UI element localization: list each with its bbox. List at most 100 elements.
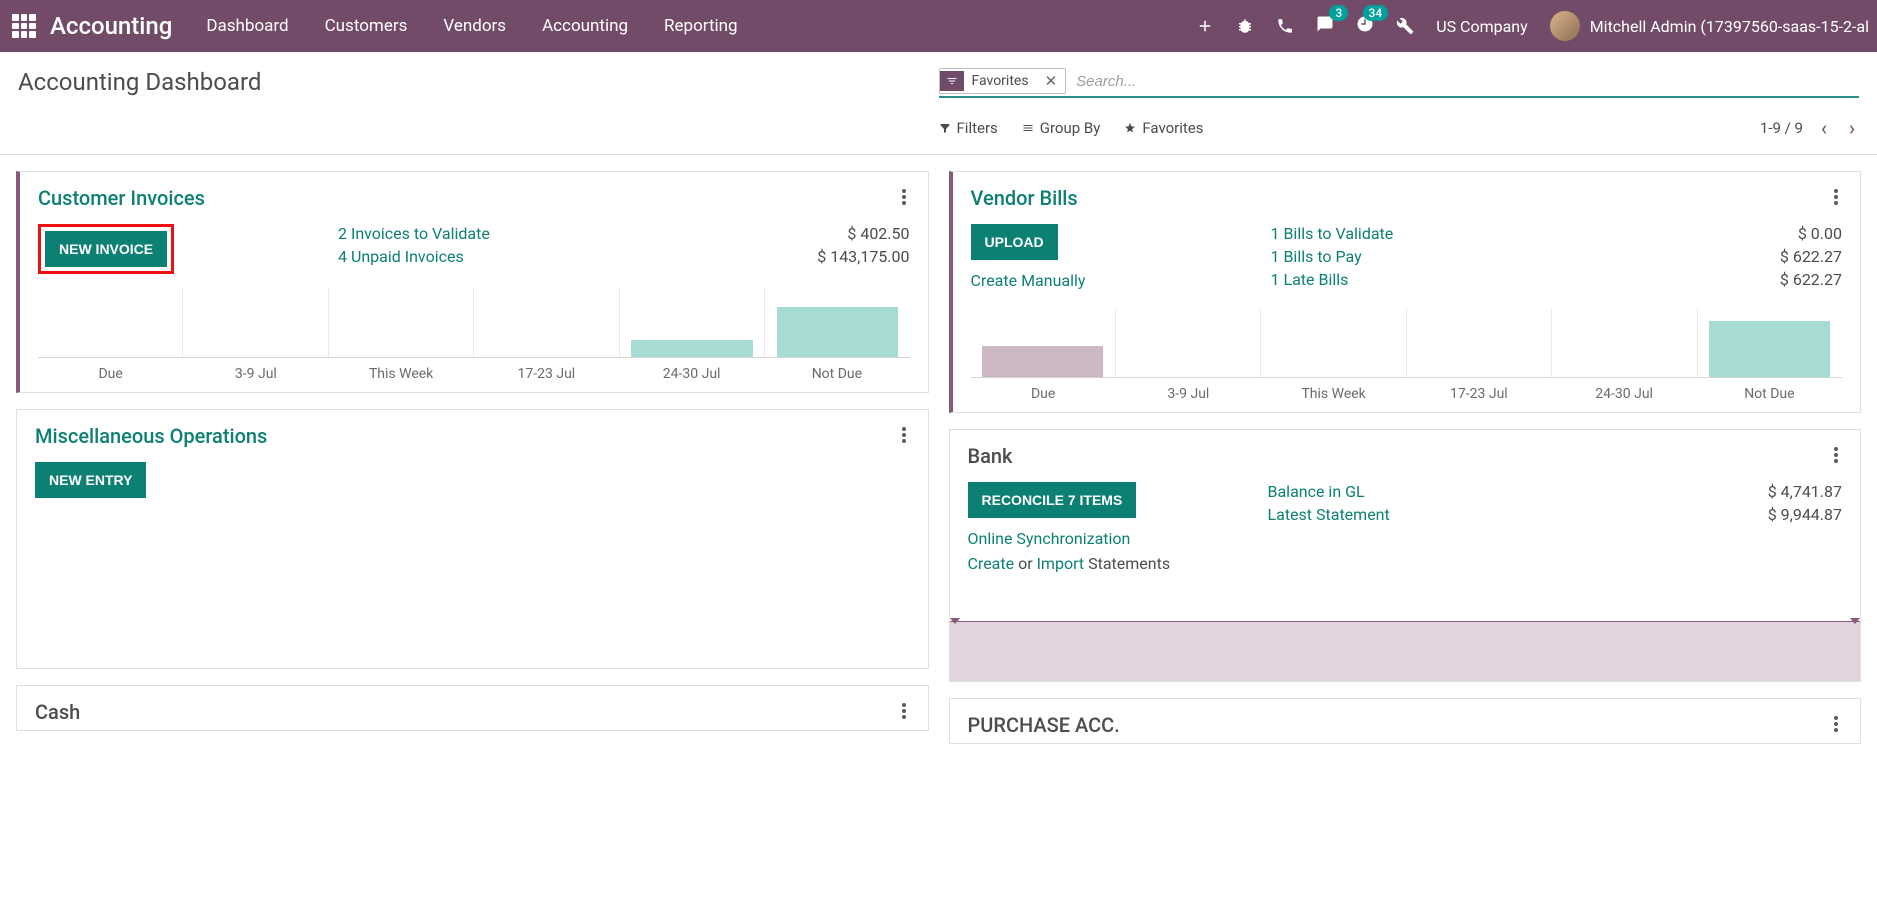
link-unpaid-invoices[interactable]: 4 Unpaid Invoices <box>338 247 780 266</box>
kebab-icon[interactable] <box>1830 444 1842 468</box>
activities-icon[interactable]: 34 <box>1356 15 1374 37</box>
chart-label: 3-9 Jul <box>183 358 328 382</box>
card-bank: Bank RECONCILE 7 ITEMS Online Synchroniz… <box>949 429 1862 682</box>
menu-accounting[interactable]: Accounting <box>542 16 628 36</box>
menu-customers[interactable]: Customers <box>325 16 408 36</box>
link-bills-to-pay[interactable]: 1 Bills to Pay <box>1271 247 1713 266</box>
plus-icon[interactable] <box>1196 17 1214 35</box>
chart-label: 24-30 Jul <box>619 358 764 382</box>
chart-label: 17-23 Jul <box>474 358 619 382</box>
chart-vendor-bills: Due 3-9 Jul This Week 17-23 Jul 24-30 Ju… <box>953 308 1861 412</box>
user-name: Mitchell Admin (17397560-saas-15-2-al <box>1590 17 1869 36</box>
reconcile-button[interactable]: RECONCILE 7 ITEMS <box>968 482 1137 518</box>
dashboard: Customer Invoices NEW INVOICE 2 Invoices… <box>0 155 1877 760</box>
kebab-icon[interactable] <box>898 700 910 724</box>
pager-value[interactable]: 1-9 / 9 <box>1760 119 1803 137</box>
link-balance-gl[interactable]: Balance in GL <box>1268 482 1713 501</box>
favorites-label: Favorites <box>1142 119 1203 137</box>
search-input[interactable] <box>1072 69 1859 94</box>
link-import-statement[interactable]: Import <box>1037 554 1085 573</box>
groupby-label: Group By <box>1040 119 1101 137</box>
filters-label: Filters <box>957 119 998 137</box>
card-title-misc[interactable]: Miscellaneous Operations <box>35 424 267 448</box>
link-latest-statement[interactable]: Latest Statement <box>1268 505 1713 524</box>
card-customer-invoices: Customer Invoices NEW INVOICE 2 Invoices… <box>16 171 929 393</box>
groupby-button[interactable]: Group By <box>1022 119 1101 137</box>
pager: 1-9 / 9 ‹ › <box>1760 116 1859 140</box>
link-bills-to-validate[interactable]: 1 Bills to Validate <box>1271 224 1713 243</box>
activities-badge: 34 <box>1363 5 1389 21</box>
chart-label: Due <box>38 358 183 382</box>
new-entry-button[interactable]: NEW ENTRY <box>35 462 146 498</box>
card-title-cash[interactable]: Cash <box>35 700 80 724</box>
highlight-new-invoice: NEW INVOICE <box>38 224 174 274</box>
chart-bank <box>950 621 1861 681</box>
phone-icon[interactable] <box>1276 17 1294 35</box>
dashboard-left-column: Customer Invoices NEW INVOICE 2 Invoices… <box>16 171 929 744</box>
chart-label: This Week <box>329 358 474 382</box>
menu-reporting[interactable]: Reporting <box>664 16 738 36</box>
value-late-bills: $ 622.27 <box>1712 270 1842 289</box>
card-misc-operations: Miscellaneous Operations NEW ENTRY <box>16 409 929 669</box>
facet-remove-icon[interactable]: ✕ <box>1037 72 1066 90</box>
user-menu[interactable]: Mitchell Admin (17397560-saas-15-2-al <box>1550 11 1869 41</box>
messaging-badge: 3 <box>1329 5 1348 21</box>
chart-label: 24-30 Jul <box>1552 378 1697 402</box>
kebab-icon[interactable] <box>1830 186 1842 210</box>
tools-icon[interactable] <box>1396 17 1414 35</box>
card-title-customer-invoices[interactable]: Customer Invoices <box>38 186 205 210</box>
value-bills-to-validate: $ 0.00 <box>1712 224 1842 243</box>
menu-vendors[interactable]: Vendors <box>443 16 506 36</box>
value-balance-gl: $ 4,741.87 <box>1712 482 1842 501</box>
link-online-sync[interactable]: Online Synchronization <box>968 529 1131 548</box>
text-or: or <box>1014 554 1036 573</box>
apps-icon[interactable] <box>12 14 36 38</box>
funnel-icon <box>940 71 964 91</box>
app-name[interactable]: Accounting <box>50 12 172 40</box>
card-title-purchase[interactable]: PURCHASE ACC. <box>968 713 1120 737</box>
card-title-bank[interactable]: Bank <box>968 444 1013 468</box>
value-latest-statement: $ 9,944.87 <box>1712 505 1842 524</box>
kebab-icon[interactable] <box>898 424 910 448</box>
card-title-vendor-bills[interactable]: Vendor Bills <box>971 186 1078 210</box>
messaging-icon[interactable]: 3 <box>1316 15 1334 37</box>
search-bar: Favorites ✕ <box>939 68 1860 98</box>
pager-prev-icon[interactable]: ‹ <box>1817 116 1831 140</box>
company-selector[interactable]: US Company <box>1436 17 1528 36</box>
chart-label: This Week <box>1261 378 1406 402</box>
chart-customer-invoices: Due 3-9 Jul This Week 17-23 Jul 24-30 Ju… <box>20 288 928 392</box>
chart-label: Not Due <box>764 358 909 382</box>
card-purchase: PURCHASE ACC. <box>949 698 1862 744</box>
bug-icon[interactable] <box>1236 17 1254 35</box>
filters-button[interactable]: Filters <box>939 119 998 137</box>
link-create-manually[interactable]: Create Manually <box>971 271 1086 290</box>
link-create-statement[interactable]: Create <box>968 554 1015 573</box>
link-invoices-to-validate[interactable]: 2 Invoices to Validate <box>338 224 780 243</box>
chart-label: Due <box>971 378 1116 402</box>
search-toolbar: Filters Group By Favorites 1-9 / 9 ‹ › <box>939 108 1860 154</box>
page-title: Accounting Dashboard <box>18 68 939 96</box>
menu-dashboard[interactable]: Dashboard <box>206 16 288 36</box>
value-bills-to-pay: $ 622.27 <box>1712 247 1842 266</box>
chart-label: Not Due <box>1697 378 1842 402</box>
main-menu: Dashboard Customers Vendors Accounting R… <box>206 16 737 36</box>
topbar-right: 3 34 US Company Mitchell Admin (17397560… <box>1196 11 1869 41</box>
new-invoice-button[interactable]: NEW INVOICE <box>45 231 167 267</box>
dashboard-right-column: Vendor Bills UPLOAD Create Manually 1 Bi… <box>949 171 1862 744</box>
kebab-icon[interactable] <box>1830 713 1842 737</box>
pager-next-icon[interactable]: › <box>1845 116 1859 140</box>
chart-label: 3-9 Jul <box>1116 378 1261 402</box>
value-invoices-to-validate: $ 402.50 <box>780 224 910 243</box>
topbar: Accounting Dashboard Customers Vendors A… <box>0 0 1877 52</box>
card-vendor-bills: Vendor Bills UPLOAD Create Manually 1 Bi… <box>949 171 1862 413</box>
value-unpaid-invoices: $ 143,175.00 <box>780 247 910 266</box>
control-panel: Accounting Dashboard Favorites ✕ Filters… <box>0 52 1877 155</box>
chart-label: 17-23 Jul <box>1406 378 1551 402</box>
kebab-icon[interactable] <box>898 186 910 210</box>
favorites-button[interactable]: Favorites <box>1124 119 1203 137</box>
search-facet-favorites: Favorites ✕ <box>939 68 1067 94</box>
text-statements: Statements <box>1084 554 1170 573</box>
link-late-bills[interactable]: 1 Late Bills <box>1271 270 1713 289</box>
upload-button[interactable]: UPLOAD <box>971 224 1058 260</box>
facet-label: Favorites <box>964 69 1037 93</box>
